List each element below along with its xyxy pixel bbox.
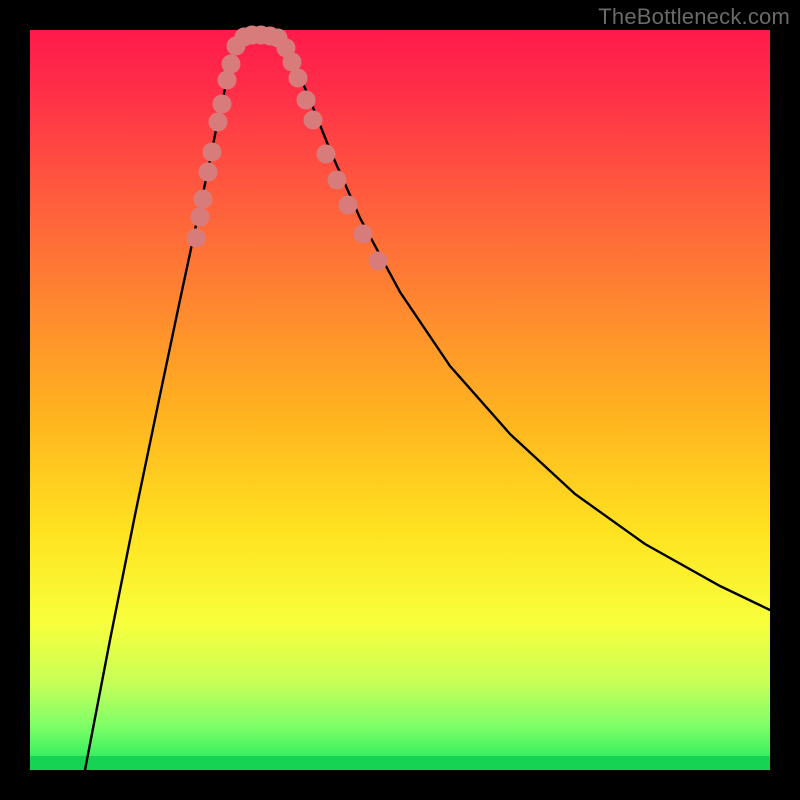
sample-dot [339,196,358,215]
sample-dot [203,143,222,162]
sample-dot [354,225,373,244]
sample-dot [191,208,210,227]
sample-dot [369,252,388,271]
sample-dot [328,171,347,190]
sample-dot [209,113,228,132]
bottleneck-curve-svg [30,30,770,770]
sample-dot [194,190,213,209]
outer-frame: TheBottleneck.com [0,0,800,800]
sample-dot [199,163,218,182]
sample-dot [222,55,241,74]
sample-dot [304,111,323,130]
sample-dot [218,71,237,90]
sample-dot [317,145,336,164]
gradient-plot-area [30,30,770,770]
sample-dot [187,229,206,248]
watermark-text: TheBottleneck.com [598,4,790,30]
sample-dots-group [187,26,388,271]
sample-dot [213,95,232,114]
sample-dot [289,69,308,88]
sample-dot [297,91,316,110]
bottleneck-curve [85,35,770,770]
